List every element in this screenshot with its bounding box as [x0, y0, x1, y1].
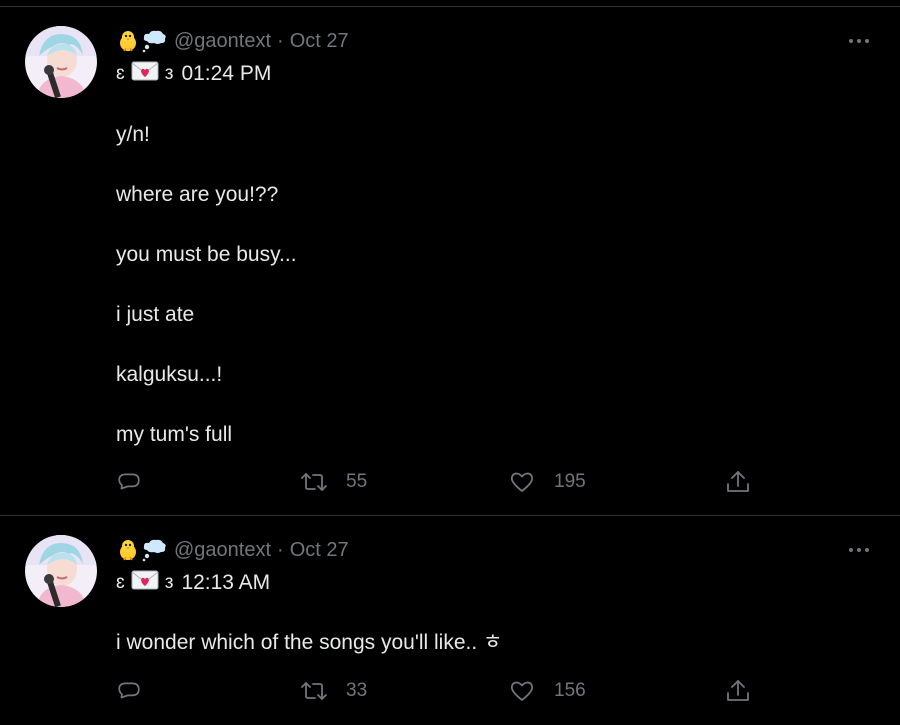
like-count: 156 [554, 680, 586, 701]
tweet-title-line: ɛ з 12:13 AM [116, 570, 270, 596]
display-name-emoji [116, 29, 168, 53]
retweet-icon [300, 470, 328, 494]
tweet[interactable]: @gaontext · Oct 27 ɛ з 12:13 AM i wonder… [0, 516, 900, 725]
retweet-icon [300, 679, 328, 703]
thought-balloon-icon [141, 29, 168, 53]
tweet-handle[interactable]: @gaontext [174, 539, 271, 562]
tweet-title-line: ɛ з 01:24 PM [116, 61, 271, 87]
separator-dot: · [277, 538, 284, 561]
thought-balloon-icon [141, 538, 168, 562]
reply-icon [116, 678, 142, 704]
retweet-count: 33 [346, 680, 368, 701]
deco-right: з [164, 63, 174, 84]
tweet-actions: 33 156 [0, 676, 900, 706]
baby-chick-icon [116, 29, 141, 53]
heart-icon [509, 470, 535, 494]
deco-left: ɛ [116, 572, 125, 593]
tweet-paragraph: y/n! [116, 123, 150, 146]
more-options-icon[interactable] [846, 29, 872, 53]
share-button[interactable] [725, 676, 751, 706]
love-letter-icon [131, 60, 159, 88]
love-letter-icon [131, 569, 159, 597]
tweet-paragraph: i wonder which of the songs you'll like.… [116, 631, 503, 654]
reply-button[interactable] [116, 676, 142, 706]
separator-dot: · [277, 29, 284, 52]
share-icon [725, 469, 751, 495]
tweet-paragraph: i just ate [116, 303, 195, 326]
tweet-handle[interactable]: @gaontext [174, 30, 271, 53]
tweet-header: @gaontext · Oct 27 [116, 27, 349, 55]
tweet-paragraph: you must be busy... [116, 243, 297, 266]
deco-right: з [164, 572, 174, 593]
tweet-actions: 55 195 [0, 467, 900, 497]
tweet-time: 01:24 PM [181, 62, 272, 85]
like-button[interactable]: 195 [509, 467, 586, 497]
tweet-time: 12:13 AM [181, 571, 271, 594]
retweet-button[interactable]: 33 [300, 676, 367, 706]
more-options-icon[interactable] [846, 538, 872, 562]
tweet-date[interactable]: Oct 27 [290, 539, 349, 562]
avatar[interactable] [25, 26, 97, 98]
tweet-date[interactable]: Oct 27 [290, 30, 349, 53]
heart-icon [509, 679, 535, 703]
tweet-paragraph: my tum's full [116, 423, 233, 446]
baby-chick-icon [116, 538, 141, 562]
tweet[interactable]: @gaontext · Oct 27 ɛ з 01:24 PM y/n! whe… [0, 7, 900, 516]
like-count: 195 [554, 471, 586, 492]
like-button[interactable]: 156 [509, 676, 586, 706]
tweet-paragraph: kalguksu...! [116, 363, 223, 386]
retweet-count: 55 [346, 471, 368, 492]
deco-left: ɛ [116, 63, 125, 84]
tweet-paragraph: where are you!?? [116, 183, 279, 206]
tweet-header: @gaontext · Oct 27 [116, 536, 349, 564]
avatar[interactable] [25, 535, 97, 607]
retweet-button[interactable]: 55 [300, 467, 367, 497]
reply-icon [116, 469, 142, 495]
share-button[interactable] [725, 467, 751, 497]
reply-button[interactable] [116, 467, 142, 497]
display-name-emoji [116, 538, 168, 562]
share-icon [725, 678, 751, 704]
